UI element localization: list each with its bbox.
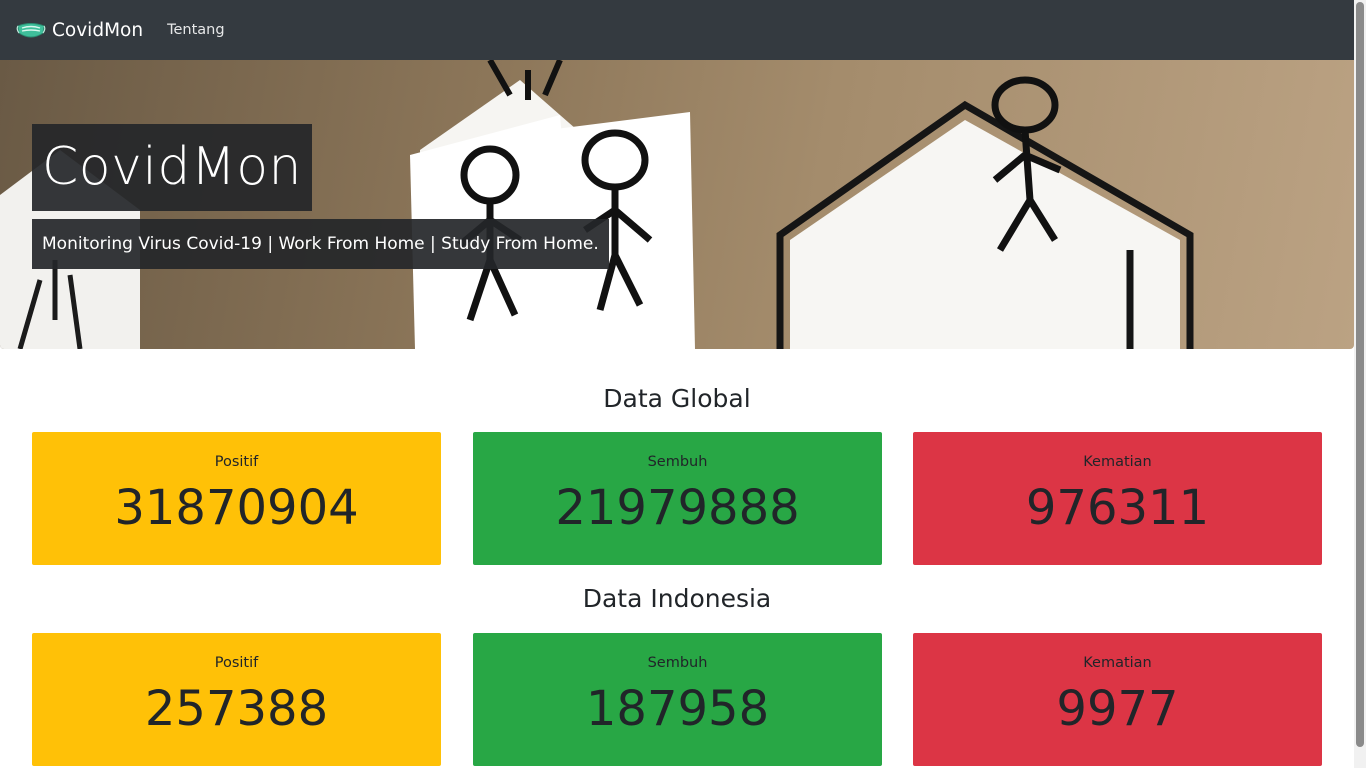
face-mask-icon — [16, 19, 46, 41]
global-recovered-card: Sembuh 21979888 — [473, 432, 882, 565]
navbar: CovidMon Tentang — [0, 0, 1354, 60]
section-title-global: Data Global — [603, 384, 751, 413]
page-scrollbar[interactable] — [1354, 0, 1366, 768]
section-title-indonesia: Data Indonesia — [582, 584, 772, 613]
card-label: Positif — [214, 655, 259, 671]
global-positive-card: Positif 31870904 — [32, 432, 441, 565]
card-label: Sembuh — [647, 655, 708, 671]
brand-link[interactable]: CovidMon — [16, 19, 143, 41]
nav-link-tentang[interactable]: Tentang — [167, 22, 224, 38]
card-value: 31870904 — [114, 480, 359, 536]
indonesia-positive-card: Positif 257388 — [32, 633, 441, 766]
card-value: 976311 — [1025, 480, 1210, 536]
card-value: 187958 — [585, 681, 770, 737]
hero-subtitle: Monitoring Virus Covid-19 | Work From Ho… — [32, 219, 609, 269]
card-label: Positif — [214, 454, 259, 470]
card-label: Kematian — [1083, 454, 1152, 470]
global-deaths-card: Kematian 976311 — [913, 432, 1322, 565]
card-value: 9977 — [1056, 681, 1179, 737]
hero-banner: CovidMon Monitoring Virus Covid-19 | Wor… — [0, 60, 1354, 349]
indonesia-recovered-card: Sembuh 187958 — [473, 633, 882, 766]
card-label: Kematian — [1083, 655, 1152, 671]
hero-title: CovidMon — [32, 124, 312, 211]
card-value: 257388 — [144, 681, 329, 737]
card-label: Sembuh — [647, 454, 708, 470]
indonesia-deaths-card: Kematian 9977 — [913, 633, 1322, 766]
scrollbar-thumb[interactable] — [1356, 2, 1364, 747]
brand-label: CovidMon — [52, 19, 144, 41]
card-value: 21979888 — [555, 480, 800, 536]
